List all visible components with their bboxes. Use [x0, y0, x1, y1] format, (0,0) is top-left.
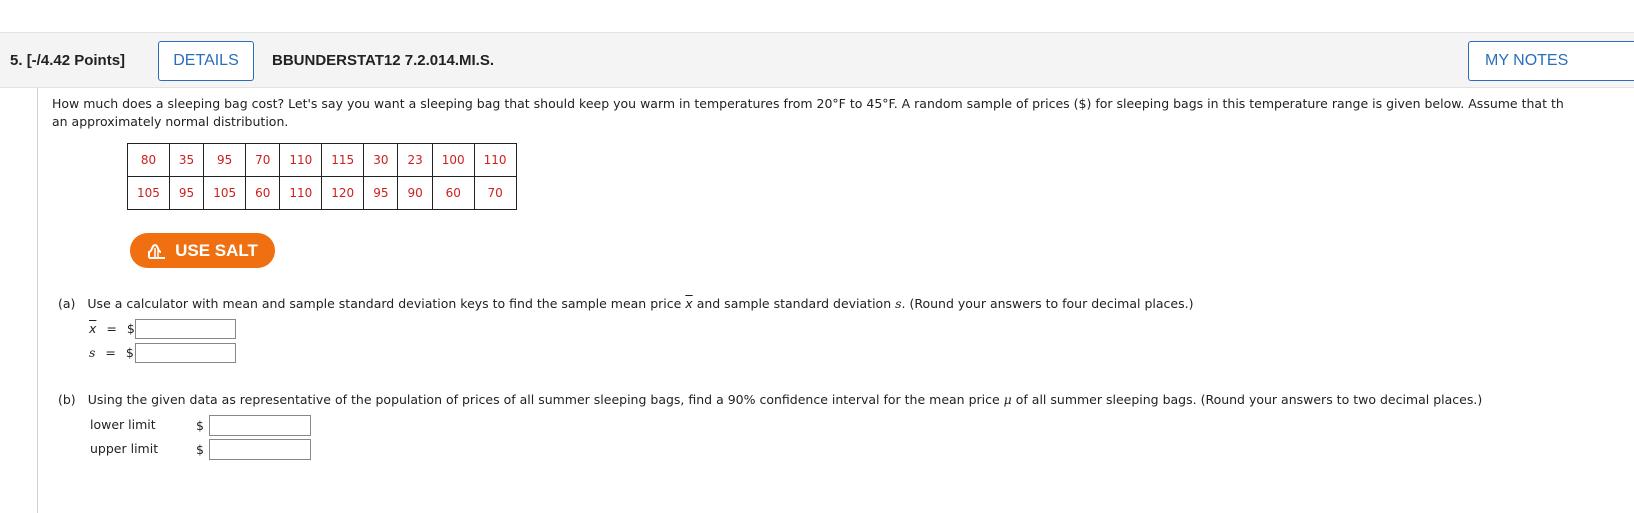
part-b-marker: (b)	[58, 392, 76, 407]
table-cell: 30	[363, 143, 399, 177]
table-cell: 105	[127, 176, 170, 210]
part-a-text-before: Use a calculator with mean and sample st…	[87, 296, 682, 311]
part-a-question: (a) Use a calculator with mean and sampl…	[58, 296, 1193, 311]
use-salt-button[interactable]: USE SALT	[130, 233, 275, 268]
part-b-text-after: of all summer sleeping bags. (Round your…	[1015, 392, 1483, 407]
question-code: BBUNDERSTAT12 7.2.014.MI.S.	[272, 52, 495, 69]
part-a-marker: (a)	[58, 296, 76, 311]
lower-limit-input[interactable]	[209, 415, 311, 436]
table-cell: 120	[321, 176, 365, 210]
table-cell: 80	[127, 143, 170, 177]
left-divider	[37, 88, 38, 513]
equals-sign: =	[106, 321, 117, 336]
table-cell: 100	[431, 143, 475, 177]
xbar-input[interactable]	[135, 319, 236, 339]
equals-sign: =	[105, 345, 116, 360]
table-cell: 115	[321, 143, 365, 177]
prompt-line-2: an approximately normal distribution.	[52, 113, 289, 129]
prompt-line-1: How much does a sleeping bag cost? Let's…	[52, 96, 1564, 111]
salt-icon	[147, 242, 167, 260]
s-input[interactable]	[135, 343, 236, 363]
table-cell: 110	[279, 143, 323, 177]
table-cell: 95	[363, 176, 399, 210]
table-cell: 70	[245, 143, 281, 177]
table-cell: 35	[168, 143, 205, 177]
upper-currency: $	[196, 442, 204, 457]
details-button[interactable]: DETAILS	[158, 41, 254, 81]
table-cell: 95	[168, 176, 205, 210]
part-b-question: (b) Using the given data as representati…	[58, 392, 1482, 407]
table-cell: 110	[473, 143, 517, 177]
table-row: 80 35 95 70 110 115 30 23 100 110	[127, 143, 517, 177]
table-cell: 60	[431, 176, 475, 210]
table-cell: 105	[203, 176, 247, 210]
mu-symbol: μ	[1003, 392, 1012, 407]
question-number: 5.	[10, 52, 23, 69]
salt-label: USE SALT	[175, 240, 258, 260]
s-answer-label: s = $	[89, 345, 134, 360]
lower-limit-label: lower limit	[90, 417, 156, 432]
xbar-label: x	[89, 321, 97, 336]
part-b-text-before: Using the given data as representative o…	[87, 392, 1000, 407]
price-data-table: 80 35 95 70 110 115 30 23 100 110 105 95…	[127, 143, 517, 210]
table-cell: 90	[397, 176, 433, 210]
s-label: s	[89, 345, 96, 360]
part-a-text-middle: and sample standard deviation	[696, 296, 892, 311]
currency-symbol: $	[126, 321, 135, 336]
upper-limit-label: upper limit	[90, 441, 159, 456]
table-cell: 23	[397, 143, 433, 177]
table-row: 105 95 105 60 110 120 95 90 60 70	[127, 176, 517, 210]
question-points: 5. [-/4.42 Points]	[10, 52, 125, 69]
lower-currency: $	[196, 418, 204, 433]
my-notes-button[interactable]: MY NOTES	[1468, 41, 1634, 81]
points-label: [-/4.42 Points]	[26, 52, 126, 69]
question-header: 5. [-/4.42 Points] DETAILS BBUNDERSTAT12…	[0, 32, 1634, 88]
upper-limit-input[interactable]	[209, 439, 311, 460]
table-cell: 70	[473, 176, 517, 210]
currency-symbol: $	[125, 345, 134, 360]
table-cell: 110	[279, 176, 323, 210]
table-cell: 60	[245, 176, 281, 210]
question-prompt: How much does a sleeping bag cost? Let's…	[52, 95, 1634, 130]
part-a-text-after: . (Round your answers to four decimal pl…	[901, 296, 1194, 311]
table-cell: 95	[203, 143, 247, 177]
xbar-symbol: x	[685, 296, 693, 311]
xbar-answer-label: x = $	[89, 321, 135, 336]
